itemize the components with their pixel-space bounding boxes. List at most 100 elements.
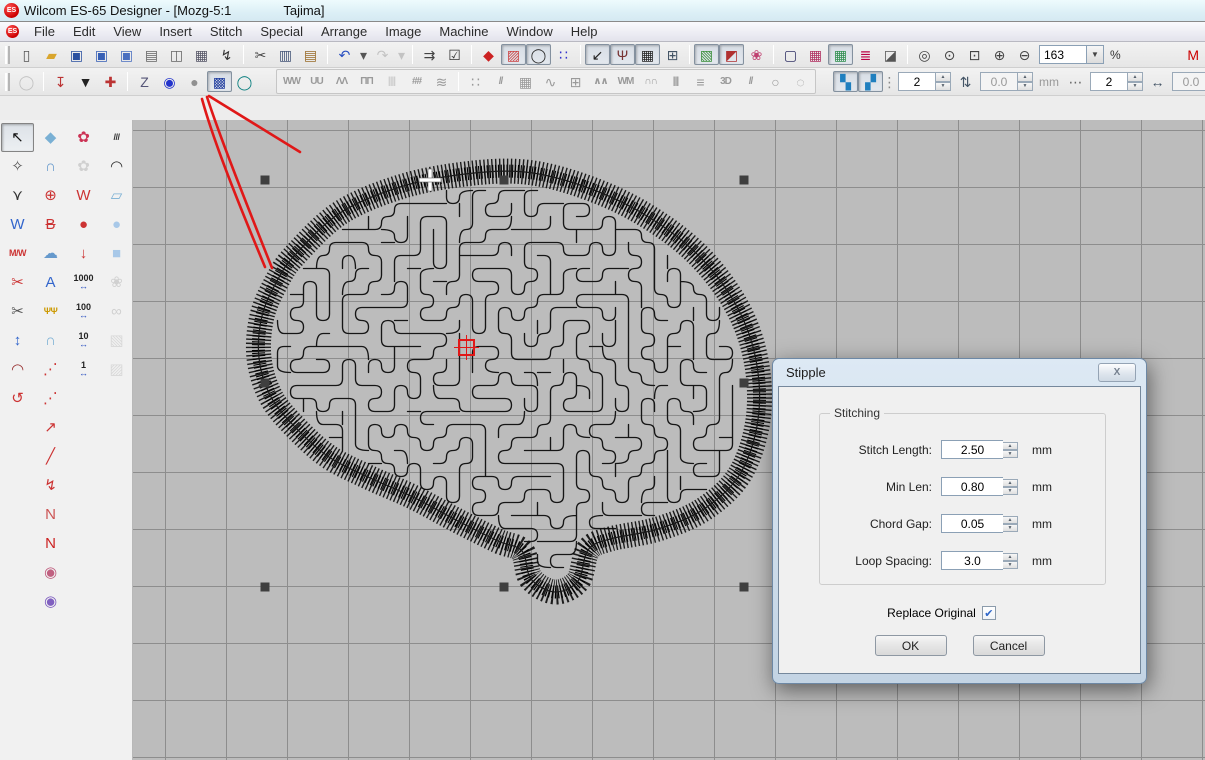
offset-rows-icon[interactable]: ⇅ <box>953 71 978 92</box>
min-len-stepper[interactable]: ▲▼ <box>1003 479 1018 495</box>
undo-dropdown[interactable]: ▾ <box>357 44 370 65</box>
run-line-tool[interactable]: ⋰ <box>34 355 67 384</box>
open-design-button[interactable]: ▰ <box>39 44 64 65</box>
wave-fill-button[interactable]: ≋ <box>429 71 454 92</box>
menu-file[interactable]: File <box>25 22 64 41</box>
cap-template-tool[interactable]: ∩ <box>34 326 67 355</box>
print-preview-button[interactable]: ◫ <box>164 44 189 65</box>
new-design-button[interactable]: ▯ <box>14 44 39 65</box>
show-penetrations-button[interactable]: Ψ <box>610 44 635 65</box>
show-picture-button[interactable]: ▧ <box>694 44 719 65</box>
array-dots-icon[interactable]: ⋯ <box>1063 71 1088 92</box>
hatch-fill-button[interactable]: // <box>488 71 513 92</box>
pattern-run-button[interactable]: Z <box>132 71 157 92</box>
curve-tool[interactable]: ◠ <box>100 152 133 181</box>
menu-image[interactable]: Image <box>376 22 430 41</box>
loop-spacing-input[interactable] <box>941 551 1003 570</box>
paste-button[interactable]: ▤ <box>298 44 323 65</box>
advanced-satin-tool[interactable]: W <box>1 210 34 239</box>
ok-button[interactable]: OK <box>875 635 947 656</box>
satin-stitch-button[interactable]: WW <box>279 71 304 92</box>
show-applique-button[interactable]: ◩ <box>719 44 744 65</box>
show-connectors-button[interactable]: ∷ <box>551 44 576 65</box>
show-needle-points-button[interactable]: ▨ <box>501 44 526 65</box>
zoom-previous-button[interactable]: ⊙ <box>937 44 962 65</box>
stitch-length-stepper[interactable]: ▲▼ <box>1003 442 1018 458</box>
color-object-list-button[interactable]: ▦ <box>828 44 853 65</box>
center-anchor-tool[interactable]: ⊕ <box>34 181 67 210</box>
show-outlines-button[interactable]: ◯ <box>526 44 551 65</box>
array-count-spinner-input[interactable] <box>1090 72 1128 91</box>
chord-gap-stepper[interactable]: ▲▼ <box>1003 516 1018 532</box>
design-properties-button[interactable]: ◪ <box>878 44 903 65</box>
back-stitch-tool[interactable]: ╱ <box>34 442 67 471</box>
stitch-length-input[interactable] <box>941 440 1003 459</box>
select-tool[interactable]: ↖ <box>1 123 34 152</box>
zoom-in-button[interactable]: ⊕ <box>987 44 1012 65</box>
close-icon[interactable]: X <box>1098 363 1136 382</box>
stitch-list-button[interactable]: ≣ <box>853 44 878 65</box>
spacing-1-tool[interactable]: 1↔ <box>67 355 100 384</box>
print-button[interactable]: ▤ <box>139 44 164 65</box>
menu-arrange[interactable]: Arrange <box>312 22 376 41</box>
chevron-down-icon[interactable]: ▼ <box>1087 45 1104 64</box>
show-stitches-button[interactable]: ◆ <box>476 44 501 65</box>
zoom-1-1-button[interactable]: ◎ <box>912 44 937 65</box>
insert-flower-tool[interactable]: ✿ <box>67 123 100 152</box>
cut-button[interactable]: ✂ <box>248 44 273 65</box>
wm-stitch-button[interactable]: WM <box>613 71 638 92</box>
figures-tool[interactable]: ΨΨ <box>34 297 67 326</box>
zigzag-stitch-button[interactable]: ΛΛ <box>329 71 354 92</box>
contour-a-button[interactable]: ○ <box>763 71 788 92</box>
e-stitch-button[interactable]: ΠΠ <box>354 71 379 92</box>
spacing-10-tool[interactable]: 10↔ <box>67 326 100 355</box>
replace-original-checkbox[interactable]: ✔ <box>982 606 996 620</box>
peak-fill-button[interactable]: ∧∧ <box>588 71 613 92</box>
stitch-3d-button[interactable]: 3D <box>713 71 738 92</box>
elastic-lettering-tool[interactable]: ↕ <box>1 326 34 355</box>
undo-button[interactable]: ↶ <box>332 44 357 65</box>
stem-stitch-tool[interactable]: ↯ <box>34 471 67 500</box>
show-hoop-button[interactable]: ⊞ <box>660 44 685 65</box>
eyelet-tool[interactable]: ◉ <box>34 587 67 616</box>
spacing-1000-tool[interactable]: 1000↔ <box>67 268 100 297</box>
slant-fill-button[interactable]: // <box>738 71 763 92</box>
ellipse-tool[interactable]: ● <box>100 210 133 239</box>
zoom-box-button[interactable]: ⊡ <box>962 44 987 65</box>
array-spacing-spinner-input[interactable] <box>1172 72 1205 91</box>
insert-machine-function-button[interactable]: M <box>1181 44 1205 65</box>
overview-window-button[interactable]: ▢ <box>778 44 803 65</box>
lines-vertical-button[interactable]: ||| <box>663 71 688 92</box>
save-as-machine-button[interactable]: ▣ <box>114 44 139 65</box>
arch-stitch-button[interactable]: ∩∩ <box>638 71 663 92</box>
insert-penetration-button[interactable]: ▼ <box>73 71 98 92</box>
motif-fill-button[interactable]: ∷ <box>463 71 488 92</box>
background-picture-button[interactable]: ❀ <box>744 44 769 65</box>
menu-special[interactable]: Special <box>251 22 312 41</box>
array-count-spinner-stepper[interactable]: ▲▼ <box>1128 72 1143 91</box>
simple-offset-button[interactable]: ● <box>182 71 207 92</box>
lines-horizontal-button[interactable]: ≡ <box>688 71 713 92</box>
open-freehand-tool[interactable]: N <box>34 500 67 529</box>
brain-template-tool[interactable]: ☁ <box>34 239 67 268</box>
chord-gap-input[interactable] <box>941 514 1003 533</box>
save-to-machine-button[interactable]: ▣ <box>89 44 114 65</box>
menu-window[interactable]: Window <box>498 22 562 41</box>
array-spacing-icon[interactable]: ↔ <box>1145 71 1170 92</box>
menu-insert[interactable]: Insert <box>150 22 201 41</box>
grid-fill-button[interactable]: ⊞ <box>563 71 588 92</box>
polygon-select-tool[interactable]: ✧ <box>1 152 34 181</box>
zoom-factor-combo-input[interactable] <box>1039 45 1087 64</box>
stitch-edit-button[interactable]: ↧ <box>48 71 73 92</box>
fan-stitch-tool[interactable]: ◠ <box>1 355 34 384</box>
mw-split-tool[interactable]: M/W <box>1 239 34 268</box>
pointer-mode-button[interactable]: ↙ <box>585 44 610 65</box>
zoom-out-button[interactable]: ⊖ <box>1012 44 1037 65</box>
cancel-button[interactable]: Cancel <box>973 635 1045 656</box>
wreath-points-spinner-stepper[interactable]: ▲▼ <box>936 72 951 91</box>
auto-apply-button[interactable]: ☑ <box>442 44 467 65</box>
red-column-tool[interactable]: ● <box>67 210 100 239</box>
menu-view[interactable]: View <box>104 22 150 41</box>
contour-b-button[interactable]: ◌ <box>788 71 813 92</box>
color-film-button[interactable]: ▦ <box>803 44 828 65</box>
